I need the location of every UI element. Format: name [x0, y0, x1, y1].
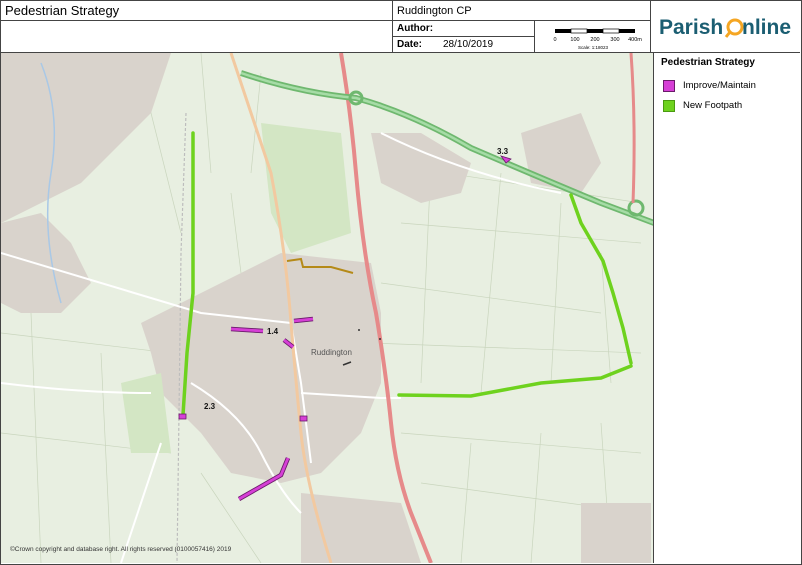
legend-panel: Pedestrian Strategy Improve/Maintain New… — [655, 53, 800, 563]
date-field: Date: 28/10/2019 — [393, 37, 535, 52]
scale-seg-3 — [587, 29, 603, 33]
scale-tick-0: 0 — [553, 37, 556, 43]
scale-seg-4 — [602, 28, 620, 34]
copyright-notice: ©Crown copyright and database right. All… — [10, 546, 232, 553]
legend-swatch-improve — [663, 80, 675, 92]
map-svg[interactable]: Ruddington 1.4 2.3 3.3 — [1, 53, 654, 563]
logo-graphic: Parish nline — [659, 16, 791, 39]
scale-tick-300: 300 — [610, 37, 619, 43]
legend-label-footpath: New Footpath — [683, 100, 743, 111]
scale-bar: 0 100 200 300 400m Scale: 1:18023 — [535, 21, 650, 52]
logo-text-online: nline — [742, 16, 791, 39]
scale-tick-400: 400m — [628, 37, 642, 43]
date-label: Date: — [397, 39, 423, 50]
legend-title: Pedestrian Strategy — [661, 57, 755, 68]
map-title: Pedestrian Strategy — [1, 1, 393, 21]
scale-seg-1 — [555, 29, 571, 33]
author-label: Author: — [397, 23, 434, 34]
improve-segment-3[interactable] — [293, 317, 314, 323]
annotation-1-4: 1.4 — [267, 327, 279, 336]
magnifier-icon — [726, 18, 744, 36]
annotation-2-3: 2.3 — [204, 402, 216, 411]
place-label-ruddington: Ruddington — [311, 348, 352, 357]
parish-online-logo: Parish nline — [650, 1, 800, 52]
magnifier-handle — [724, 31, 732, 38]
legend-swatch-footpath — [663, 100, 675, 112]
scale-seg-2 — [570, 28, 588, 34]
scale-bar-graphic: 0 100 200 300 400m Scale: 1:18023 — [553, 28, 642, 50]
improve-point-centre[interactable] — [299, 415, 308, 422]
scale-tick-100: 100 — [570, 37, 579, 43]
header-blank-cell — [1, 21, 393, 52]
author-field: Author: — [393, 21, 535, 37]
logo-text-parish: Parish — [659, 16, 723, 39]
date-value: 28/10/2019 — [443, 39, 494, 50]
legend-label-improve: Improve/Maintain — [683, 80, 756, 91]
map-canvas[interactable]: Ruddington 1.4 2.3 3.3 — [1, 53, 654, 563]
parish-name: Ruddington CP — [393, 1, 650, 21]
scale-ratio: Scale: 1:18023 — [578, 45, 609, 50]
improve-point-west[interactable] — [178, 413, 187, 420]
scale-tick-200: 200 — [590, 37, 599, 43]
scale-seg-5 — [619, 29, 635, 33]
annotation-3-3: 3.3 — [497, 147, 509, 156]
improve-segment-1[interactable] — [230, 327, 264, 333]
